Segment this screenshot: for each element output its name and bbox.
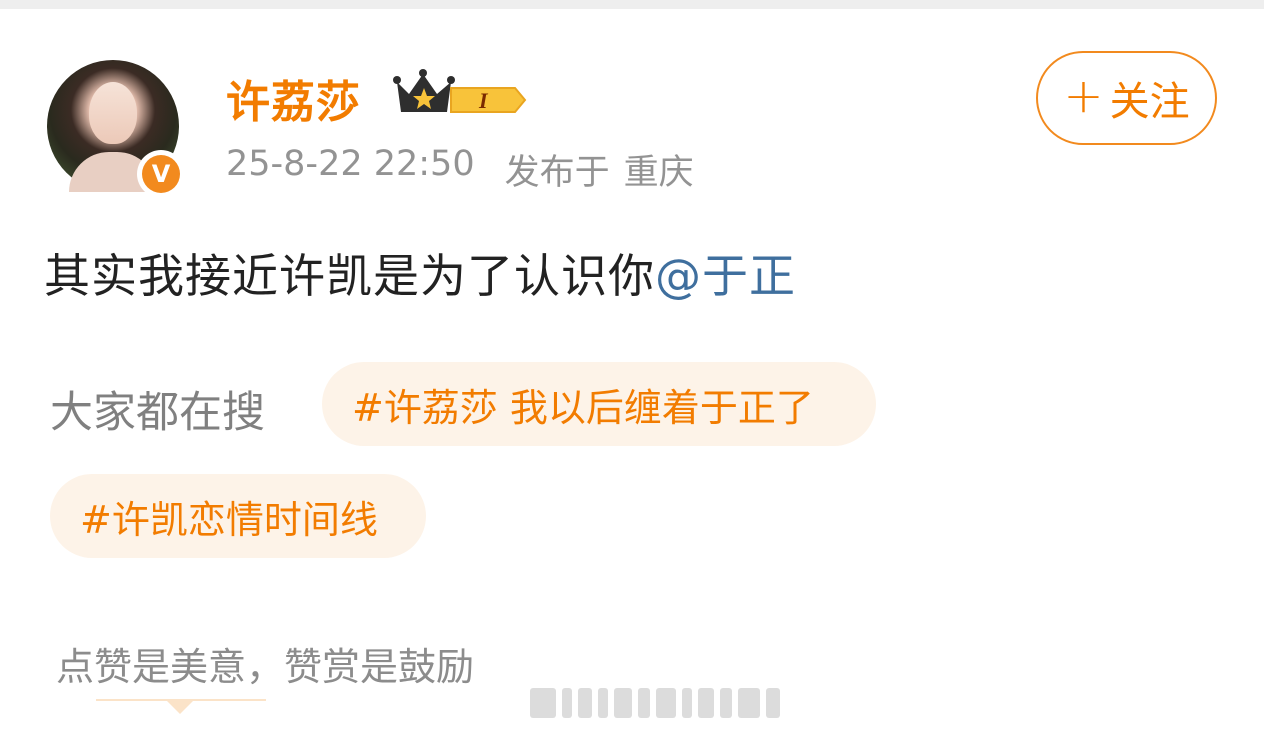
verified-v-icon: V [137,150,185,198]
trending-label: 大家都在搜 [50,388,265,438]
timestamp: 25-8-22 22:50 [226,144,475,184]
trending-topic[interactable]: #许荔莎 我以后缠着于正了 [322,362,876,446]
publish-prefix: 发布于 [504,153,610,193]
post-body: 其实我接近许凯是为了认识你@于正 [44,240,796,306]
top-divider [0,0,1264,9]
location: 重庆 [623,153,694,193]
trending-topic[interactable]: #许凯恋情时间线 [50,474,426,558]
trending-topic-text: #许荔莎 我以后缠着于正了 [352,385,814,430]
follow-button[interactable]: + 关注 [1036,51,1217,145]
mention-link[interactable]: @于正 [655,249,796,303]
post-meta: 25-8-22 22:50 发布于 重庆 [226,144,694,195]
tab-caret [166,700,194,714]
trending-topic-text: #许凯恋情时间线 [80,497,378,542]
post-text: 其实我接近许凯是为了认识你 [44,249,655,303]
plus-icon: + [1063,68,1104,124]
username[interactable]: 许荔莎 [226,66,361,130]
follow-label: 关注 [1109,79,1190,125]
crown-level-icon[interactable]: I [393,68,529,118]
loading-placeholder [530,687,780,719]
reward-prompt: 点赞是美意，赞赏是鼓励 [56,645,475,689]
avatar-face [89,82,137,144]
level-number: I [478,88,489,113]
